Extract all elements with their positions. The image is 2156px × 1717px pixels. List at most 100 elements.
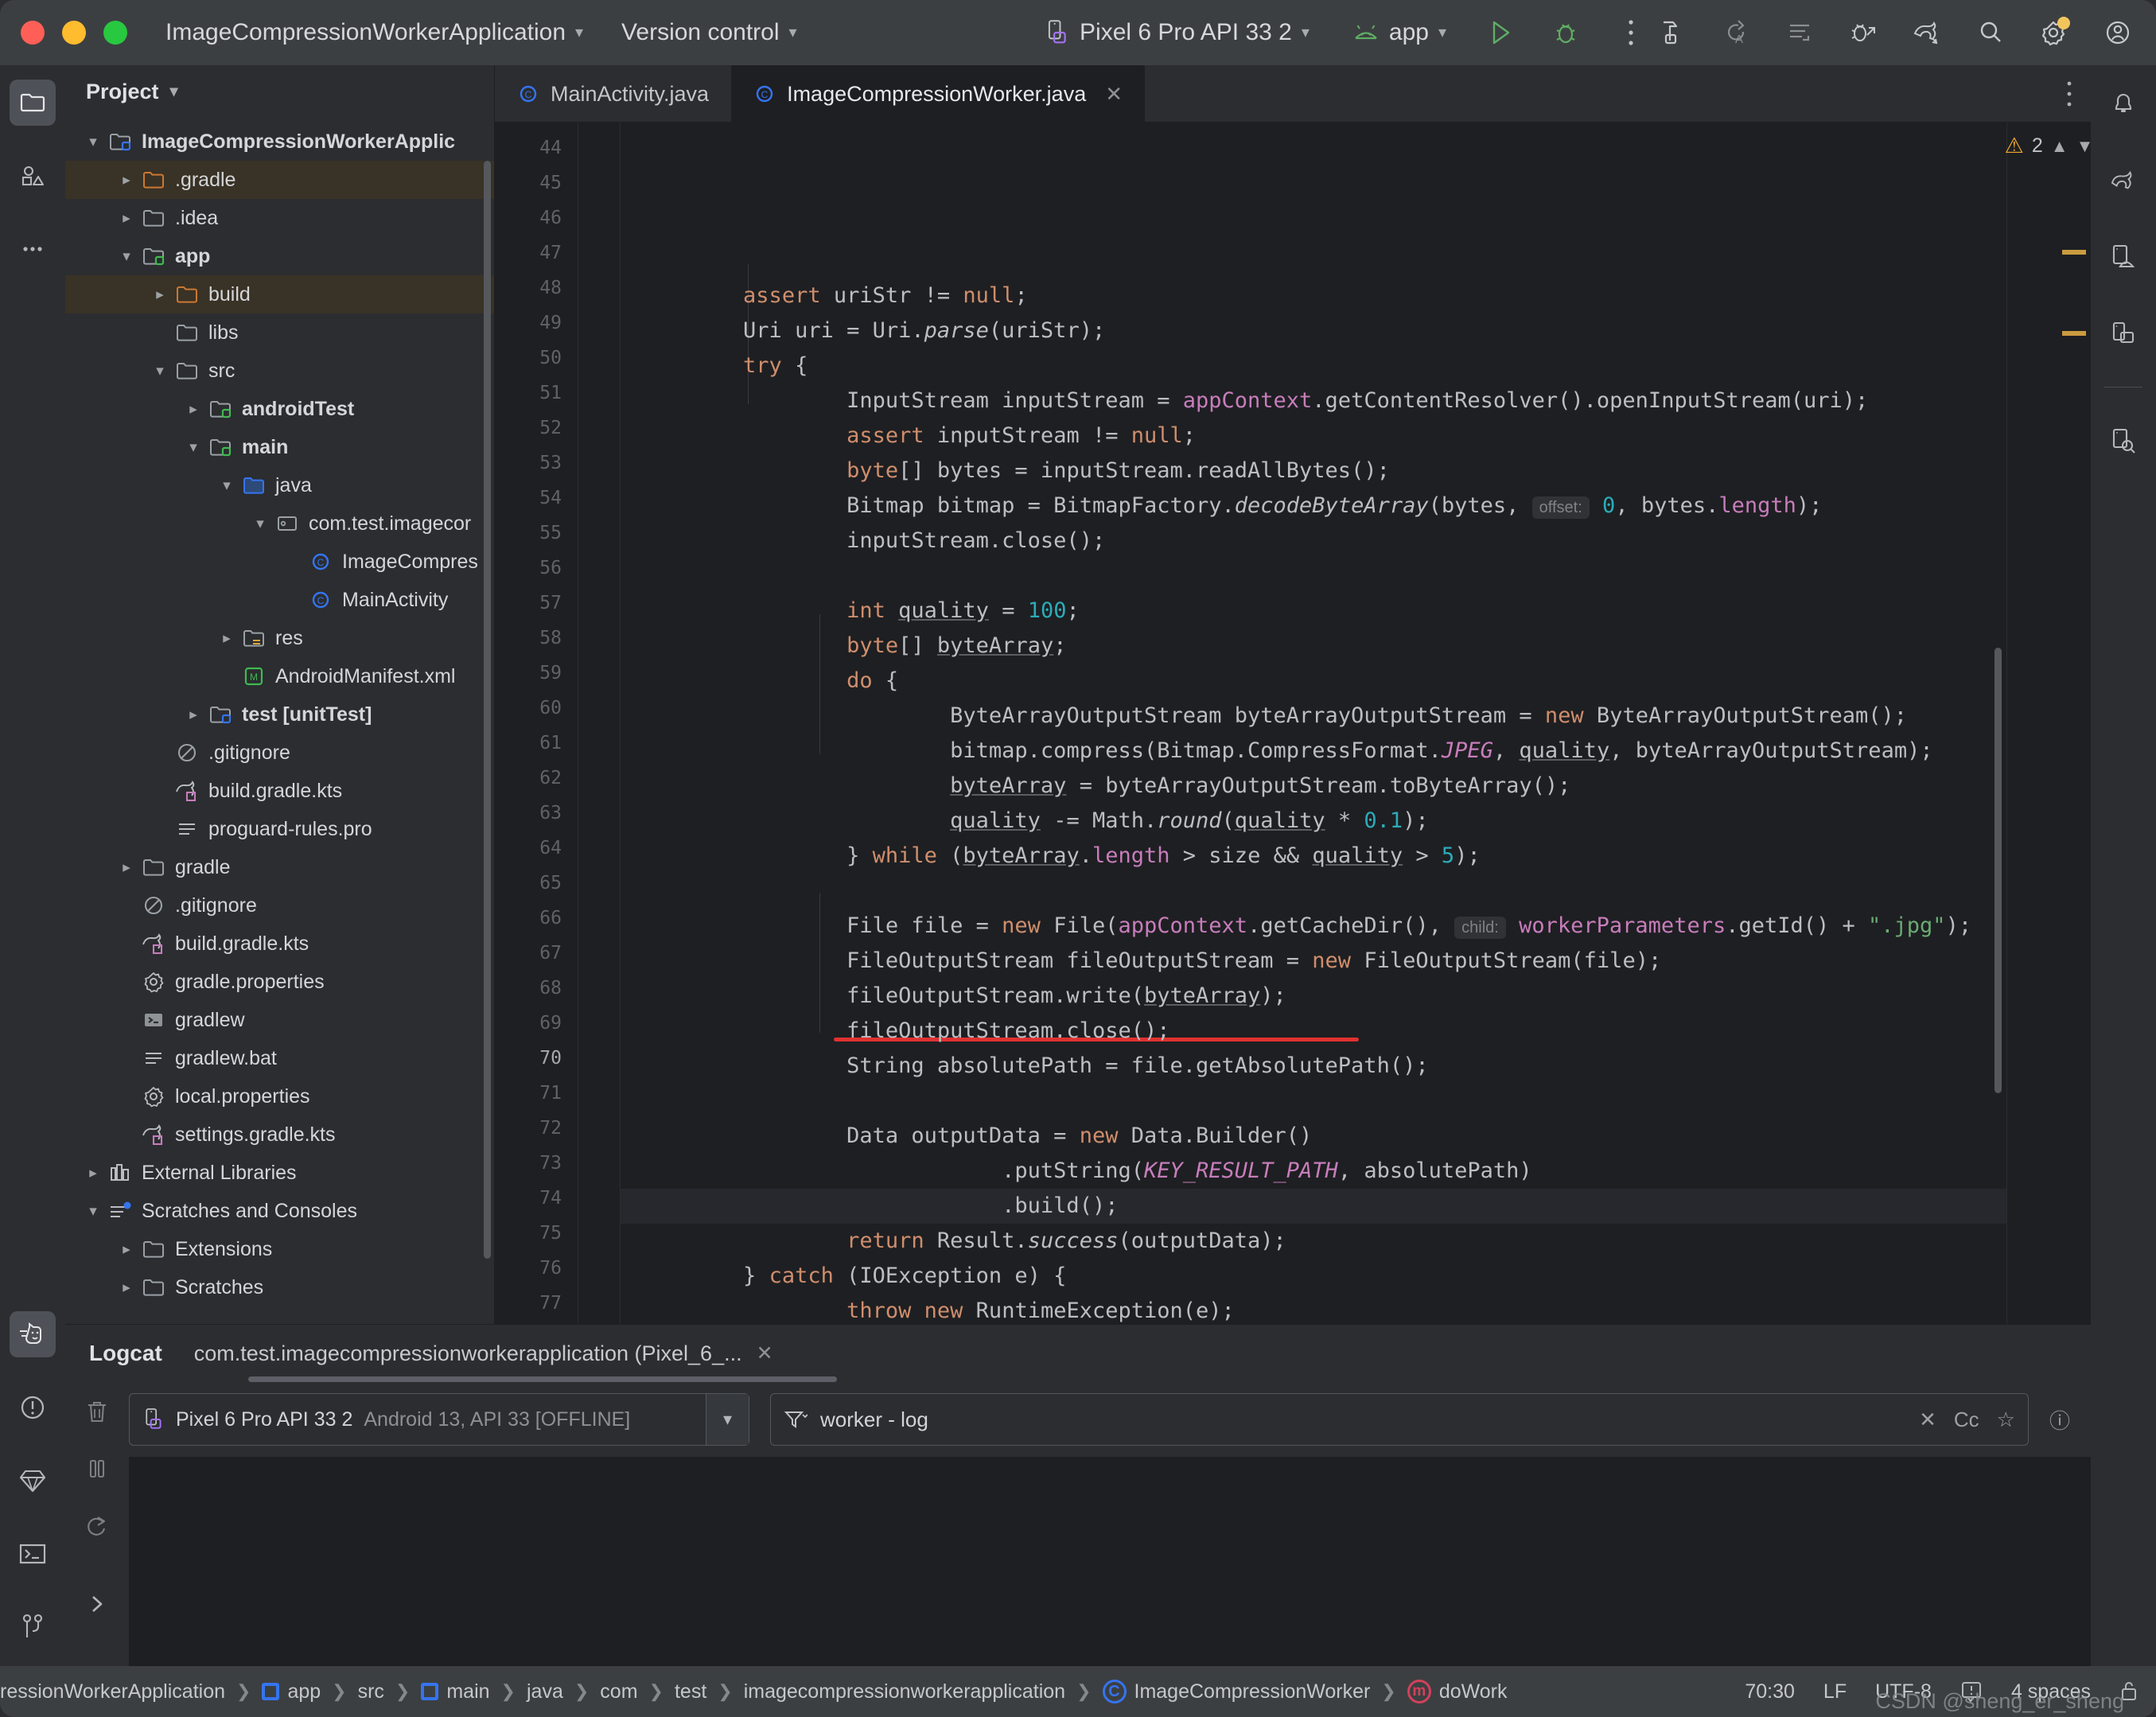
code-line[interactable]: do { [621, 664, 2006, 699]
version-control-selector[interactable]: Version control ▾ [612, 14, 807, 51]
breadcrumb[interactable]: ressionWorkerApplication❯app❯src❯main❯ja… [0, 1680, 1508, 1703]
chevron-down-icon[interactable]: ▾ [80, 133, 107, 151]
code-text[interactable]: assert uriStr != null; Uri uri = Uri.par… [621, 123, 2006, 1324]
account-icon[interactable] [2097, 12, 2138, 53]
clear-logcat-icon[interactable] [79, 1393, 115, 1430]
code-line[interactable]: assert inputStream != null; [621, 419, 2006, 454]
editor-scrollbar[interactable] [1994, 648, 2002, 1093]
chevron-down-icon[interactable]: ▾ [706, 1394, 749, 1445]
line-separator[interactable]: LF [1823, 1680, 1847, 1703]
project-pane-header[interactable]: Project ▾ [65, 65, 494, 118]
code-line[interactable]: quality -= Math.round(quality * 0.1); [621, 804, 2006, 839]
run-configuration-selector[interactable]: app ▾ [1343, 14, 1456, 51]
sidebar-item-project[interactable] [10, 80, 56, 126]
tree-node-gradle[interactable]: ▸gradle [65, 848, 494, 886]
project-selector[interactable]: ImageCompressionWorkerApplication ▾ [156, 14, 593, 51]
code-line[interactable]: } while (byteArray.length > size && qual… [621, 839, 2006, 874]
tree-node-scratches-and-consoles[interactable]: ▾Scratches and Consoles [65, 1192, 494, 1230]
code-line[interactable]: String absolutePath = file.getAbsolutePa… [621, 1049, 2006, 1084]
favorite-star-icon[interactable]: ☆ [1997, 1407, 2015, 1432]
help-icon[interactable]: ⓘ [2049, 1405, 2070, 1435]
chevron-right-icon[interactable]: ▸ [180, 400, 207, 419]
chevron-right-icon[interactable]: ▸ [146, 286, 173, 304]
tree-node-res[interactable]: ▸res [65, 619, 494, 657]
chevron-down-icon[interactable]: ▾ [146, 362, 173, 380]
chevron-down-icon[interactable]: ▾ [180, 438, 207, 457]
sidebar-item-terminal[interactable] [10, 1531, 56, 1577]
editor-tab-mainactivity-java[interactable]: CMainActivity.java [495, 65, 731, 123]
code-analyzer-strip[interactable]: ⚠ 2 ▲ ▼ [2006, 123, 2091, 1324]
tree-node-proguard-rules-pro[interactable]: proguard-rules.pro [65, 810, 494, 848]
sidebar-item-more-tools[interactable] [10, 226, 56, 272]
editor-options-button[interactable] [2065, 65, 2091, 123]
pause-icon[interactable] [79, 1450, 115, 1487]
analyzer-warning-mark[interactable] [2062, 331, 2086, 336]
code-line[interactable] [621, 1084, 2006, 1119]
tree-node-external-libraries[interactable]: ▸External Libraries [65, 1154, 494, 1192]
code-editor[interactable]: 4445464748495051525354555657585960616263… [495, 123, 2091, 1324]
tree-node-local-properties[interactable]: local.properties [65, 1077, 494, 1115]
code-line[interactable]: FileOutputStream fileOutputStream = new … [621, 944, 2006, 979]
tree-node-gradle[interactable]: ▸.gradle [65, 161, 494, 199]
code-line[interactable]: inputStream.close(); [621, 524, 2006, 559]
notifications-bell-icon[interactable] [2100, 81, 2146, 127]
tree-node-app[interactable]: ▾app [65, 237, 494, 275]
tree-node-libs[interactable]: libs [65, 313, 494, 352]
chevron-right-icon[interactable]: ▸ [113, 209, 140, 228]
sidebar-item-problems[interactable] [10, 1384, 56, 1431]
chevron-right-icon[interactable]: ▸ [180, 706, 207, 724]
close-icon[interactable]: ✕ [1105, 82, 1123, 107]
gradle-elephant-icon[interactable] [2100, 158, 2146, 204]
tree-node-build-gradle-kts[interactable]: build.gradle.kts [65, 772, 494, 810]
tree-node-settings-gradle-kts[interactable]: settings.gradle.kts [65, 1115, 494, 1154]
breadcrumb-item-imagecompressionworker[interactable]: CImageCompressionWorker [1103, 1680, 1371, 1703]
code-line[interactable]: int quality = 100; [621, 594, 2006, 629]
minimize-window-button[interactable] [62, 21, 86, 45]
code-line[interactable]: fileOutputStream.write(byteArray); [621, 979, 2006, 1014]
tree-node-gradlew-bat[interactable]: gradlew.bat [65, 1039, 494, 1077]
tree-node-com-test-imagecor[interactable]: ▾com.test.imagecor [65, 504, 494, 543]
device-explorer-icon[interactable] [2100, 418, 2146, 464]
code-line[interactable]: return Result.success(outputData); [621, 1224, 2006, 1259]
tree-node-gradlew[interactable]: gradlew [65, 1001, 494, 1039]
warning-summary[interactable]: ⚠ 2 ▲ ▼ [2007, 123, 2091, 158]
logcat-output-area[interactable] [129, 1457, 2091, 1666]
project-scrollbar[interactable] [484, 161, 491, 1259]
chevron-right-icon[interactable]: ▸ [113, 1279, 140, 1297]
chevron-right-icon[interactable]: ▸ [213, 629, 240, 648]
sidebar-item-logcat[interactable] [10, 1311, 56, 1357]
chevron-right-icon[interactable]: ▸ [113, 858, 140, 877]
code-line[interactable]: } catch (IOException e) { [621, 1259, 2006, 1294]
tree-node-androidmanifest-xml[interactable]: MAndroidManifest.xml [65, 657, 494, 695]
close-window-button[interactable] [21, 21, 45, 45]
device-manager-icon[interactable] [2100, 234, 2146, 280]
code-line[interactable]: File file = new File(appContext.getCache… [621, 909, 2006, 944]
code-line[interactable]: fileOutputStream.close(); [621, 1014, 2006, 1049]
code-line[interactable]: byteArray = byteArrayOutputStream.toByte… [621, 769, 2006, 804]
sidebar-item-app-quality[interactable] [10, 1458, 56, 1504]
tree-node-idea[interactable]: ▸.idea [65, 199, 494, 237]
code-folding-column[interactable] [578, 123, 621, 1324]
breadcrumb-item-src[interactable]: src [358, 1680, 384, 1703]
build-hammer-icon[interactable] [1652, 12, 1693, 53]
tree-node-gradle-properties[interactable]: gradle.properties [65, 963, 494, 1001]
code-line[interactable]: bitmap.compress(Bitmap.CompressFormat.JP… [621, 734, 2006, 769]
tree-node-imagecompres[interactable]: CImageCompres [65, 543, 494, 581]
code-line[interactable]: Data outputData = new Data.Builder() [621, 1119, 2006, 1154]
code-line[interactable]: InputStream inputStream = appContext.get… [621, 384, 2006, 419]
code-line[interactable]: .build(); [621, 1189, 2006, 1224]
breadcrumb-item-app[interactable]: app [262, 1680, 321, 1703]
running-devices-icon[interactable] [2100, 310, 2146, 356]
chevron-right-icon[interactable]: ▸ [113, 171, 140, 189]
rerun-a-icon[interactable]: A [1715, 12, 1757, 53]
attach-debugger-icon[interactable] [1843, 12, 1884, 53]
code-line[interactable]: Uri uri = Uri.parse(uriStr); [621, 313, 2006, 348]
chevron-down-icon[interactable]: ▾ [80, 1202, 107, 1221]
code-line[interactable] [621, 874, 2006, 909]
tree-node-build-gradle-kts[interactable]: build.gradle.kts [65, 925, 494, 963]
restart-icon[interactable] [79, 1508, 115, 1544]
format-list-icon[interactable] [1779, 12, 1820, 53]
chevron-right-icon[interactable]: ▸ [80, 1164, 107, 1182]
tree-node-scratches[interactable]: ▸Scratches [65, 1268, 494, 1306]
maximize-window-button[interactable] [103, 21, 127, 45]
